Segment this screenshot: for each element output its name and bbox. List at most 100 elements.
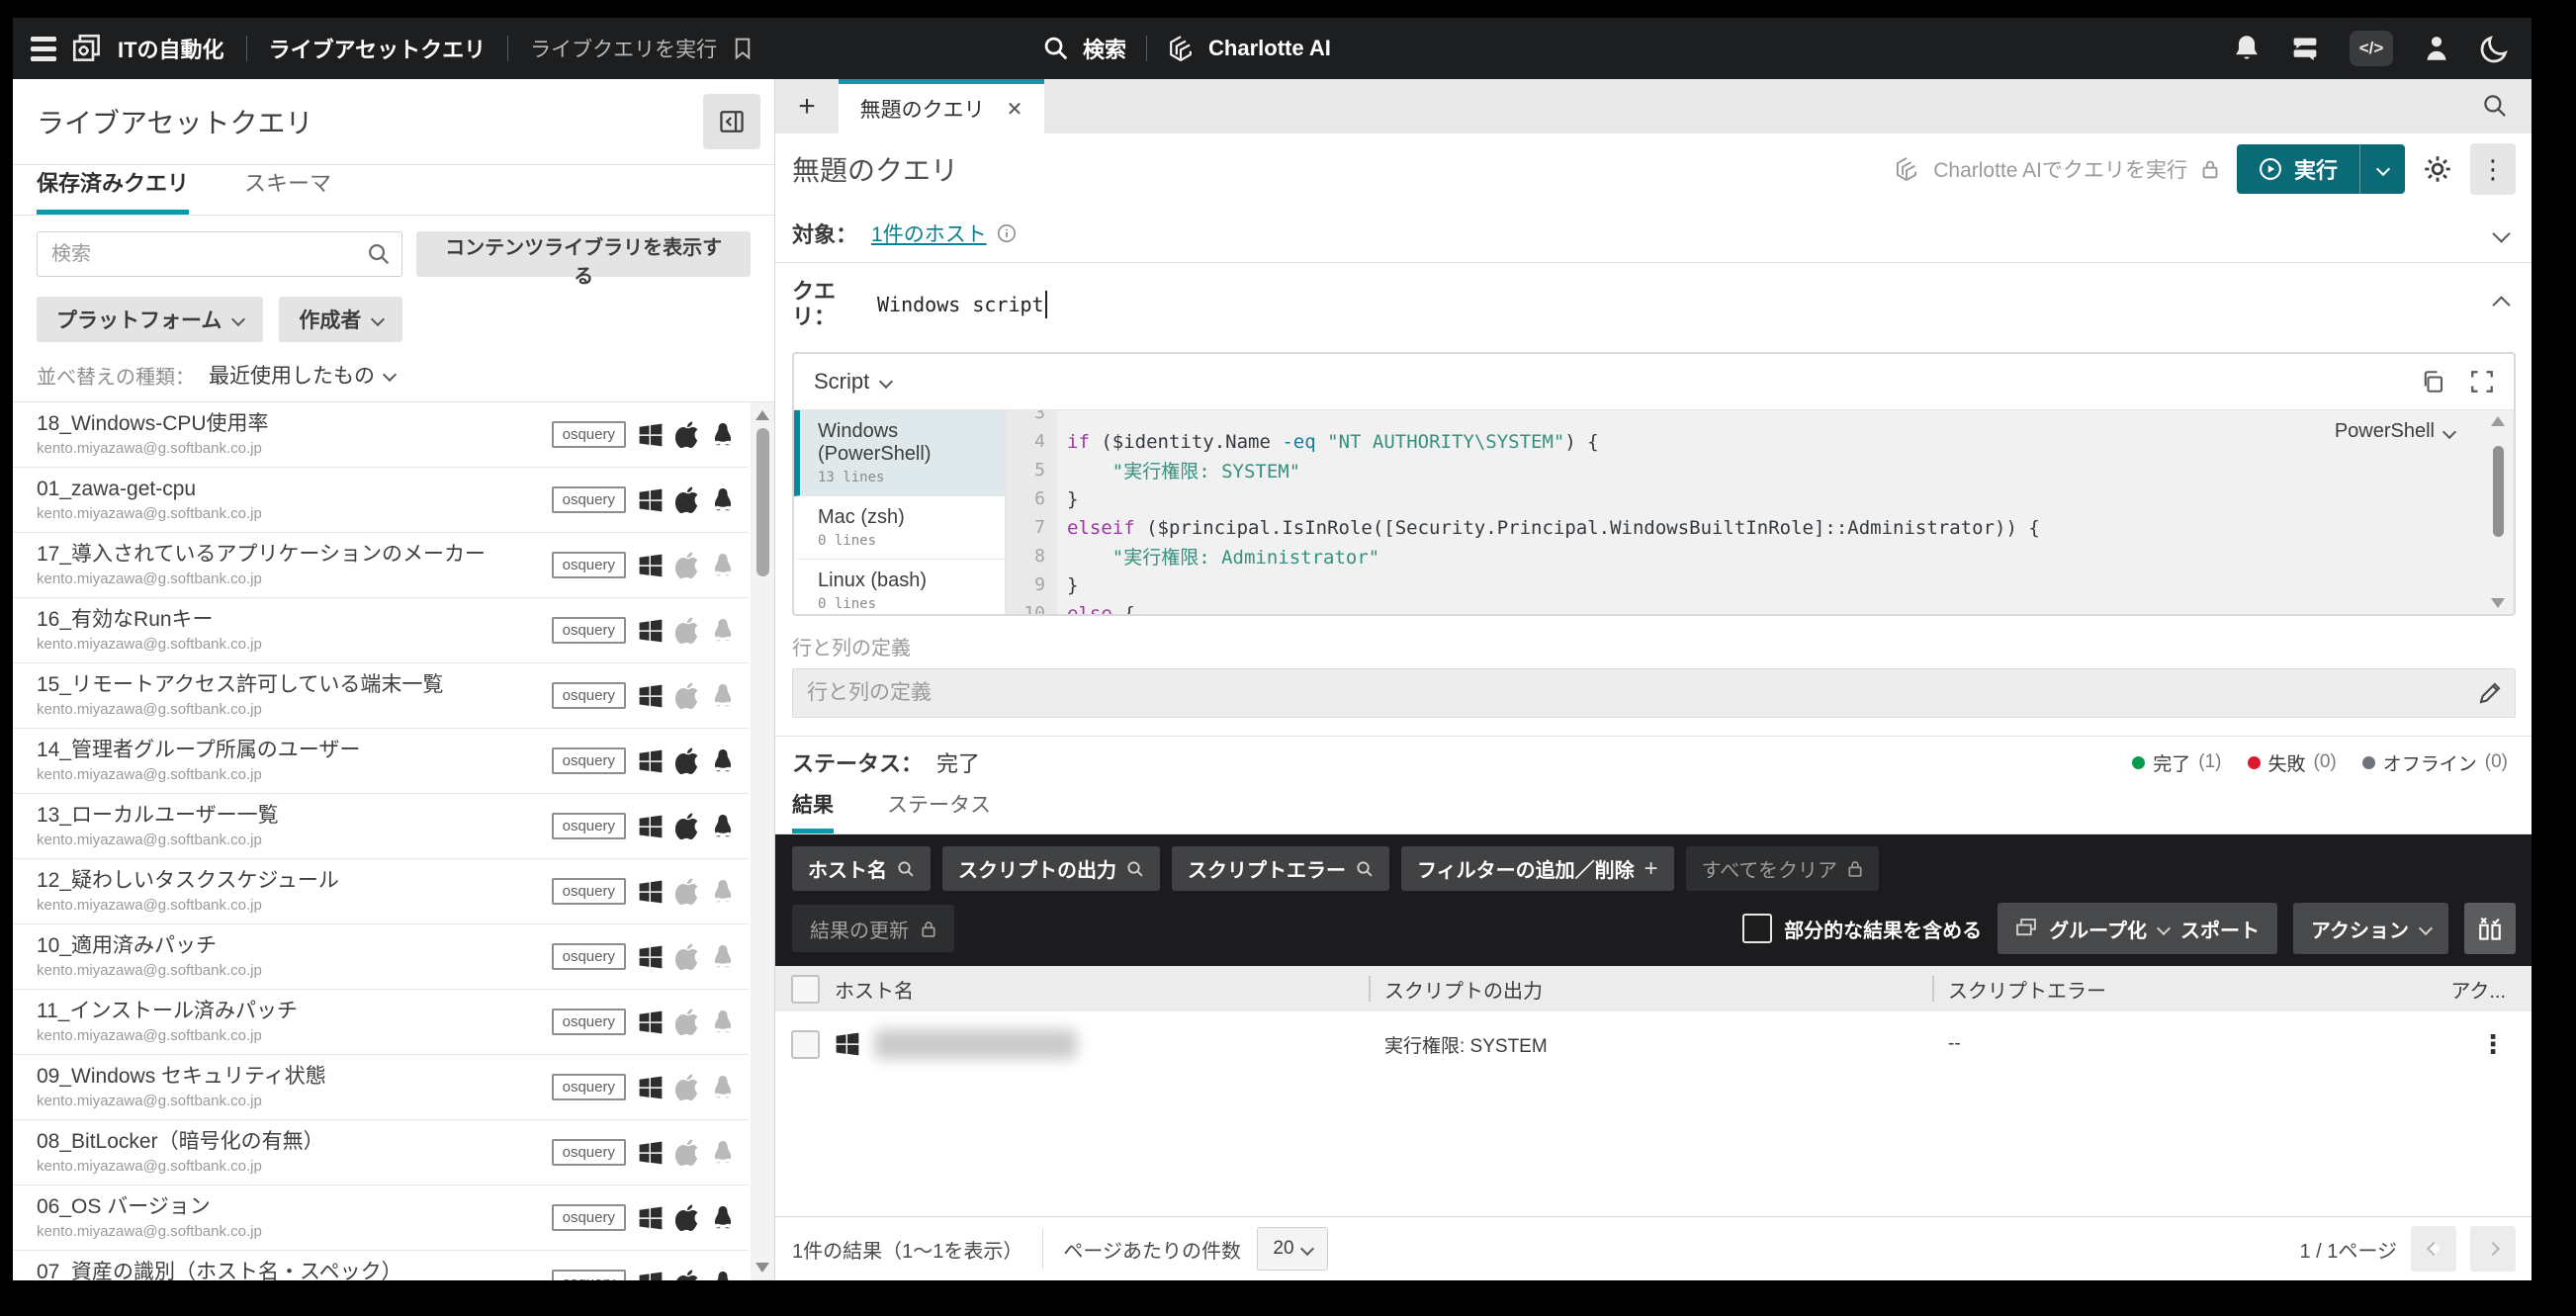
charlotte-ai-label[interactable]: Charlotte AI (1208, 36, 1331, 61)
list-item[interactable]: 01_zawa-get-cpukento.miyazawa@g.softbank… (13, 468, 749, 533)
checkbox[interactable] (1742, 914, 1772, 943)
list-item[interactable]: 16_有効なRunキーkento.miyazawa@g.softbank.co.… (13, 598, 749, 663)
next-page-button[interactable] (2470, 1226, 2516, 1272)
run-options-dropdown[interactable] (2359, 144, 2405, 194)
search-icon[interactable] (1043, 36, 1069, 61)
more-options-kebab[interactable]: ⋮ (2470, 143, 2516, 195)
pencil-edit-icon[interactable] (2478, 681, 2502, 705)
list-item[interactable]: 06_OS バージョンkento.miyazawa@g.softbank.co.… (13, 1185, 749, 1251)
tab-saved-queries[interactable]: 保存済みクエリ (37, 166, 189, 215)
per-page-select[interactable]: 20 (1257, 1227, 1328, 1271)
refresh-results-button[interactable]: 結果の更新 (792, 905, 954, 952)
prev-page-button[interactable] (2411, 1226, 2456, 1272)
scrollbar-thumb[interactable] (2493, 446, 2504, 537)
select-all-checkbox[interactable] (791, 975, 820, 1004)
chevron-down-icon (2157, 921, 2171, 935)
close-tab-icon[interactable]: ✕ (1007, 97, 1023, 122)
breadcrumb-nav-primary[interactable]: ライブアセットクエリ (269, 33, 487, 64)
list-item[interactable]: 13_ローカルユーザー一覧kento.miyazawa@g.softbank.c… (13, 794, 749, 859)
panel-title: ライブアセットクエリ (37, 102, 312, 141)
lang-linux-bash[interactable]: Linux (bash) 0 lines (794, 560, 1005, 616)
row-actions-kebab[interactable]: ⋮ (2480, 1029, 2506, 1059)
filter-chip-script-output[interactable]: スクリプトの出力 (942, 846, 1160, 891)
list-scrollbar[interactable] (751, 402, 774, 1280)
app-module-icon[interactable] (72, 34, 102, 63)
col-script-error[interactable]: スクリプトエラー (1948, 975, 2106, 1004)
global-search-label[interactable]: 検索 (1083, 33, 1126, 64)
group-by-export-button[interactable]: グループ化 スポート (1998, 903, 2277, 954)
col-script-output[interactable]: スクリプトの出力 (1384, 975, 1543, 1004)
info-icon[interactable] (997, 223, 1017, 243)
runtime-badge: osquery (552, 1009, 626, 1035)
code-editor[interactable]: 34if ($identity.Name -eq "NT AUTHORITY\S… (1006, 410, 2514, 614)
column-divider[interactable] (1369, 976, 1371, 1002)
list-item[interactable]: 09_Windows セキュリティ状態kento.miyazawa@g.soft… (13, 1055, 749, 1120)
filter-chip-script-error[interactable]: スクリプトエラー (1172, 846, 1389, 891)
notifications-bell-icon[interactable] (2233, 34, 2261, 63)
query-search-input[interactable] (37, 231, 402, 277)
new-tab-button[interactable]: + (775, 79, 839, 133)
user-profile-icon[interactable] (2423, 34, 2450, 63)
editor-scrollbar[interactable] (2488, 414, 2508, 610)
bookmark-icon[interactable] (733, 37, 753, 60)
run-query-button[interactable]: 実行 (2237, 144, 2359, 194)
hamburger-menu-icon[interactable] (31, 37, 56, 61)
code-tools-icon[interactable]: </> (2350, 31, 2393, 66)
apple-icon (675, 1270, 699, 1280)
actions-dropdown-button[interactable]: アクション (2293, 903, 2448, 954)
charlotte-run-query[interactable]: Charlotte AIでクエリを実行 (1894, 154, 2219, 184)
collapse-panel-button[interactable] (703, 94, 760, 149)
row-column-def-input[interactable] (792, 668, 2516, 718)
lang-mac-zsh[interactable]: Mac (zsh) 0 lines (794, 496, 1005, 560)
list-item[interactable]: 08_BitLocker（暗号化の有無）kento.miyazawa@g.sof… (13, 1120, 749, 1185)
column-divider[interactable] (1932, 976, 1934, 1002)
list-item[interactable]: 17_導入されているアプリケーションのメーカーkento.miyazawa@g.… (13, 533, 749, 598)
column-picker-icon[interactable] (2464, 903, 2516, 954)
list-item[interactable]: 07_資産の識別（ホスト名・スペック）kento.miyazawa@g.soft… (13, 1251, 749, 1280)
col-hostname[interactable]: ホスト名 (835, 975, 914, 1004)
add-remove-filter-chip[interactable]: フィルターの追加／削除+ (1401, 846, 1674, 891)
author-filter-dropdown[interactable]: 作成者 (279, 297, 402, 342)
tab-schema[interactable]: スキーマ (244, 166, 331, 215)
copy-icon[interactable] (2421, 370, 2444, 394)
settings-gear-icon[interactable] (2423, 154, 2452, 184)
filter-chip-hostname[interactable]: ホスト名 (792, 846, 931, 891)
tab-search-icon[interactable] (2482, 93, 2508, 119)
script-type-dropdown[interactable]: Script (814, 369, 891, 395)
collapse-target-chevron[interactable] (2492, 224, 2510, 242)
scrollbar-thumb[interactable] (756, 428, 769, 576)
charlotte-ai-icon[interactable] (1167, 35, 1195, 62)
include-partial-results-checkbox[interactable]: 部分的な結果を含める (1742, 914, 1982, 943)
tab-results[interactable]: 結果 (792, 789, 834, 833)
lang-windows-powershell[interactable]: Windows (PowerShell) 13 lines (794, 410, 1005, 496)
dark-mode-moon-icon[interactable] (2480, 34, 2510, 63)
lock-icon (1847, 859, 1863, 878)
breadcrumb-app-section[interactable]: ITの自動化 (118, 33, 224, 64)
tab-status[interactable]: ステータス (887, 789, 991, 833)
expand-icon[interactable] (2470, 370, 2494, 394)
show-content-library-button[interactable]: コンテンツライブラリを表示する (416, 231, 751, 277)
target-hosts-link[interactable]: 1件のホスト (871, 219, 987, 248)
platform-filter-dropdown[interactable]: プラットフォーム (37, 297, 263, 342)
scroll-down-icon[interactable] (755, 1263, 769, 1272)
list-item[interactable]: 10_適用済みパッチkento.miyazawa@g.softbank.co.j… (13, 924, 749, 990)
editor-language-dropdown[interactable]: PowerShell (2335, 420, 2454, 443)
query-title: 12_疑わしいタスクスケジュール (37, 869, 339, 893)
redacted-hostname (874, 1029, 1077, 1059)
messages-icon[interactable] (2290, 35, 2320, 62)
collapse-query-chevron[interactable] (2492, 296, 2510, 313)
list-item[interactable]: 18_Windows-CPU使用率kento.miyazawa@g.softba… (13, 402, 749, 468)
scroll-up-icon[interactable] (2491, 416, 2505, 426)
clear-all-filters-chip[interactable]: すべてをクリア (1686, 846, 1879, 891)
tab-untitled-query[interactable]: 無題のクエリ ✕ (839, 79, 1044, 133)
sort-dropdown[interactable]: 最近使用したもの (209, 360, 395, 390)
row-checkbox[interactable] (791, 1030, 820, 1059)
query-name-input[interactable]: Windows script (877, 291, 1047, 318)
list-item[interactable]: 15_リモートアクセス許可している端末一覧kento.miyazawa@g.so… (13, 663, 749, 729)
list-item[interactable]: 14_管理者グループ所属のユーザーkento.miyazawa@g.softba… (13, 729, 749, 794)
scroll-down-icon[interactable] (2491, 598, 2505, 608)
list-item[interactable]: 11_インストール済みパッチkento.miyazawa@g.softbank.… (13, 990, 749, 1055)
scroll-up-icon[interactable] (755, 410, 769, 420)
list-item[interactable]: 12_疑わしいタスクスケジュールkento.miyazawa@g.softban… (13, 859, 749, 924)
breadcrumb-nav-secondary[interactable]: ライブクエリを実行 (530, 34, 717, 63)
